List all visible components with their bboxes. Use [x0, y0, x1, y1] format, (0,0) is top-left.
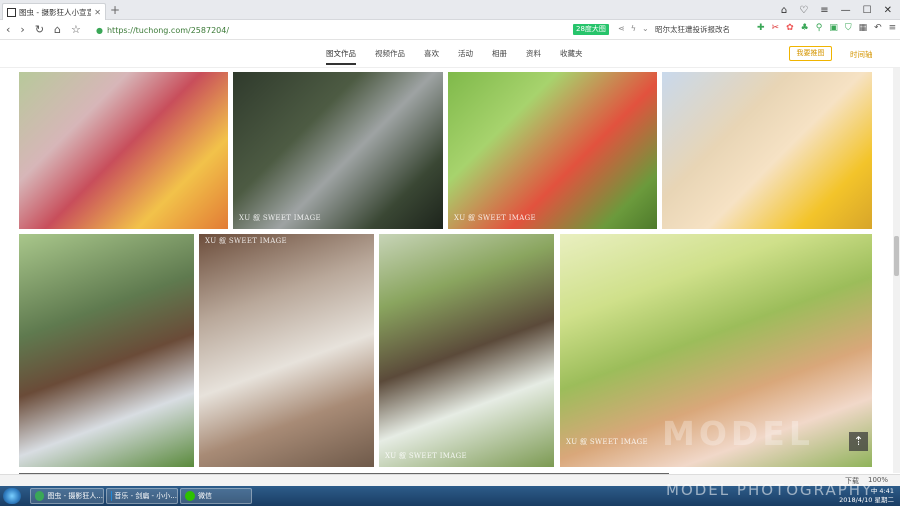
- tab-works[interactable]: 图文作品: [326, 48, 356, 65]
- tab-events[interactable]: 活动: [458, 48, 473, 65]
- overlay-watermark-sub: MODEL PHOTOGRAPHY: [666, 481, 874, 499]
- browser-app-icon: [35, 491, 45, 501]
- cut-icon[interactable]: ✂: [772, 23, 780, 33]
- photo-thumbnail[interactable]: [19, 234, 194, 467]
- photo-thumbnail[interactable]: XU 叙 SWEET IMAGE: [379, 234, 554, 467]
- photo-thumbnail[interactable]: [19, 72, 228, 229]
- photo-watermark: XU 叙 SWEET IMAGE: [239, 214, 321, 222]
- tab-videos[interactable]: 视频作品: [375, 48, 405, 65]
- shield-icon[interactable]: ⛉: [845, 23, 852, 33]
- address-bar[interactable]: ● https://tuchong.com/2587204/: [96, 23, 616, 37]
- lightning-icon[interactable]: ϟ: [631, 24, 636, 33]
- share-icon[interactable]: ⋖: [618, 24, 625, 33]
- taskbar-item-label: 图虫 - 摄影狂人...: [47, 492, 103, 500]
- tab-close-icon[interactable]: ✕: [94, 8, 101, 17]
- maximize-button[interactable]: ☐: [863, 5, 872, 16]
- back-to-top-button[interactable]: ⇡: [849, 432, 868, 451]
- palette-icon[interactable]: ✿: [786, 23, 794, 33]
- page-favicon-icon: [7, 7, 16, 17]
- minimize-button[interactable]: —: [841, 5, 851, 16]
- taskbar-item-wechat[interactable]: 微信: [180, 488, 252, 504]
- extension-icons: ✚ ✂ ✿ ♣ ⚲ ▣ ⛉ ▦ ↶ ≡: [757, 23, 896, 33]
- scrollbar-thumb[interactable]: [894, 236, 899, 276]
- close-window-button[interactable]: ✕: [884, 5, 892, 16]
- tab-profile[interactable]: 资料: [526, 48, 541, 65]
- address-actions: ⋖ ϟ ⌄: [618, 24, 649, 33]
- reload-icon[interactable]: ↻: [35, 23, 44, 36]
- plus-extension-icon[interactable]: ✚: [757, 23, 765, 33]
- gamepad-icon[interactable]: ⌂: [781, 5, 787, 16]
- photo-thumbnail[interactable]: [662, 72, 872, 229]
- menu-icon[interactable]: ≡: [820, 5, 828, 16]
- timeline-link[interactable]: 时间轴: [850, 49, 873, 60]
- scrollbar[interactable]: [893, 68, 900, 473]
- profile-tabs: 图文作品 视频作品 喜欢 活动 相册 资料 收藏夹: [326, 48, 583, 65]
- hamburger-icon[interactable]: ≡: [889, 23, 897, 33]
- browser-tab[interactable]: 图虫 - 摄影狂人小宣宣 - 图虫网 ✕: [2, 3, 106, 20]
- search-input[interactable]: 昭尔太狂遭投诉报改名: [655, 23, 745, 37]
- tab-strip: 图虫 - 摄影狂人小宣宣 - 图虫网 ✕ + ⌂ ♡ ≡ — ☐ ✕: [0, 0, 900, 20]
- skin-icon[interactable]: ♡: [799, 5, 808, 16]
- recommend-photo-button[interactable]: 我要推图: [789, 46, 832, 61]
- photo-watermark: XU 叙 SWEET IMAGE: [566, 438, 648, 446]
- chevron-down-icon[interactable]: ⌄: [642, 24, 649, 33]
- forward-icon[interactable]: ›: [20, 23, 24, 36]
- back-icon[interactable]: ‹: [6, 23, 10, 36]
- browser-toolbar: ‹ › ↻ ⌂ ☆ ● https://tuchong.com/2587204/…: [0, 20, 900, 40]
- photo-watermark: XU 叙 SWEET IMAGE: [454, 214, 536, 222]
- photo-thumbnail[interactable]: XU 叙 SWEET IMAGE: [448, 72, 657, 229]
- home-icon[interactable]: ⌂: [54, 23, 61, 36]
- lock-icon: ●: [96, 25, 103, 35]
- tab-title: 图虫 - 摄影狂人小宣宣 - 图虫网: [19, 7, 92, 17]
- taskbar-item-browser[interactable]: 图虫 - 摄影狂人...: [30, 488, 104, 504]
- wechat-app-icon: [185, 491, 195, 501]
- taskbar-item-label: 微信: [198, 492, 212, 500]
- overlay-watermark: MODEL: [662, 414, 814, 453]
- grid-icon[interactable]: ▦: [859, 23, 868, 33]
- taskbar-item-music[interactable]: 音乐 - 剑扁 - 小小...: [106, 488, 178, 504]
- photo-thumbnail[interactable]: XU 叙 SWEET IMAGE: [233, 72, 443, 229]
- magnifier-icon[interactable]: ⚲: [816, 23, 823, 33]
- window-controls: ⌂ ♡ ≡ — ☐ ✕: [781, 0, 900, 20]
- tab-likes[interactable]: 喜欢: [424, 48, 439, 65]
- video-icon[interactable]: ▣: [829, 23, 838, 33]
- taskbar-item-label: 音乐 - 剑扁 - 小小...: [114, 492, 177, 500]
- photo-watermark: XU 叙 SWEET IMAGE: [385, 452, 467, 460]
- site-nav: 图文作品 视频作品 喜欢 活动 相册 资料 收藏夹 我要推图 时间轴: [0, 40, 900, 68]
- start-button[interactable]: [3, 488, 21, 504]
- star-icon[interactable]: ☆: [71, 23, 81, 36]
- tab-albums[interactable]: 相册: [492, 48, 507, 65]
- photo-thumbnail[interactable]: XU 叙 SWEET IMAGE: [199, 234, 374, 467]
- arrow-up-icon: ⇡: [853, 434, 864, 448]
- image-size-badge[interactable]: 28度大图: [573, 24, 609, 35]
- new-tab-button[interactable]: +: [110, 4, 120, 16]
- photo-watermark: XU 叙 SWEET IMAGE: [205, 237, 287, 245]
- undo-icon[interactable]: ↶: [874, 23, 882, 33]
- clock-time[interactable]: 4:41: [879, 487, 894, 495]
- url-text: https://tuchong.com/2587204/: [106, 25, 230, 35]
- game-icon[interactable]: ♣: [801, 23, 809, 33]
- tab-favorites[interactable]: 收藏夹: [560, 48, 583, 65]
- nav-buttons: ‹ › ↻ ⌂ ☆: [6, 23, 81, 36]
